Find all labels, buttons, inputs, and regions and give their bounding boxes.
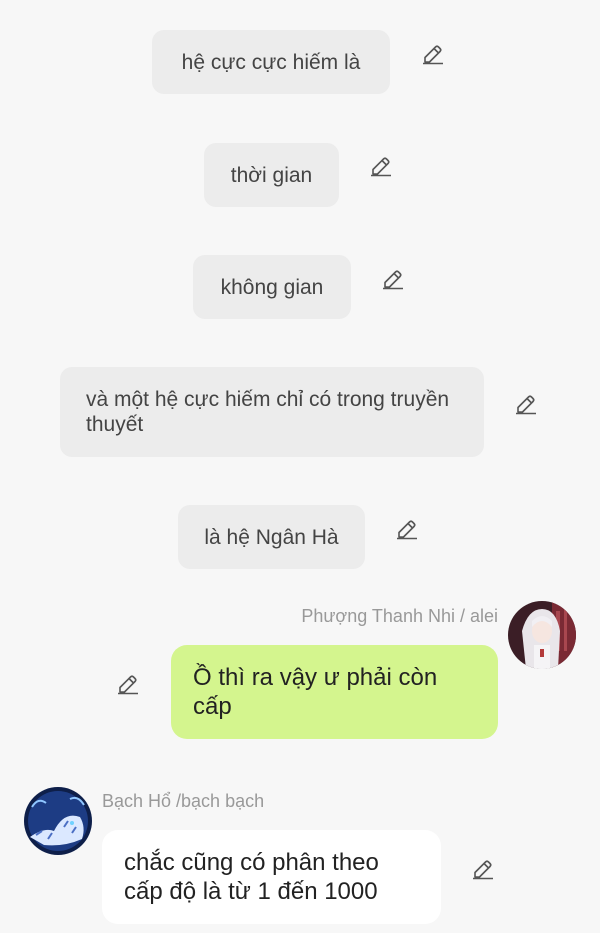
edit-icon[interactable] <box>420 41 446 67</box>
edit-icon[interactable] <box>470 856 496 882</box>
narration-bubble[interactable]: là hệ Ngân Hà <box>178 505 365 569</box>
narration-text: hệ cực cực hiếm là <box>181 50 361 74</box>
sender-name: Bạch Hổ /bạch bạch <box>102 791 265 811</box>
sender-name: Phượng Thanh Nhi / alei <box>301 606 498 626</box>
edit-icon[interactable] <box>380 266 406 292</box>
chat-view: hệ cực cực hiếm là thời gian không gian … <box>0 0 600 933</box>
narration-text: là hệ Ngân Hà <box>204 525 339 549</box>
narration-bubble[interactable]: hệ cực cực hiếm là <box>152 30 390 94</box>
white-haired-girl-avatar-icon <box>508 601 576 669</box>
message-text: Ồ thì ra vậy ư phải còn cấp <box>193 664 438 720</box>
edit-icon[interactable] <box>115 671 141 697</box>
message-bubble[interactable]: chắc cũng có phân theo cấp độ là từ 1 đế… <box>102 830 441 924</box>
avatar[interactable] <box>508 601 576 669</box>
edit-icon[interactable] <box>394 516 420 542</box>
narration-bubble[interactable]: thời gian <box>204 143 339 207</box>
avatar[interactable] <box>24 787 92 855</box>
narration-text: không gian <box>220 275 324 299</box>
narration-text: thời gian <box>230 163 313 187</box>
message-bubble[interactable]: Ồ thì ra vậy ư phải còn cấp <box>171 645 498 739</box>
white-tiger-avatar-icon <box>24 787 92 855</box>
edit-icon[interactable] <box>513 391 539 417</box>
narration-text: và một hệ cực hiếm chỉ có trong truyền t… <box>86 388 450 436</box>
narration-bubble[interactable]: không gian <box>193 255 351 319</box>
edit-icon[interactable] <box>368 153 394 179</box>
narration-bubble[interactable]: và một hệ cực hiếm chỉ có trong truyền t… <box>60 367 484 457</box>
message-text: chắc cũng có phân theo cấp độ là từ 1 đế… <box>124 849 379 905</box>
